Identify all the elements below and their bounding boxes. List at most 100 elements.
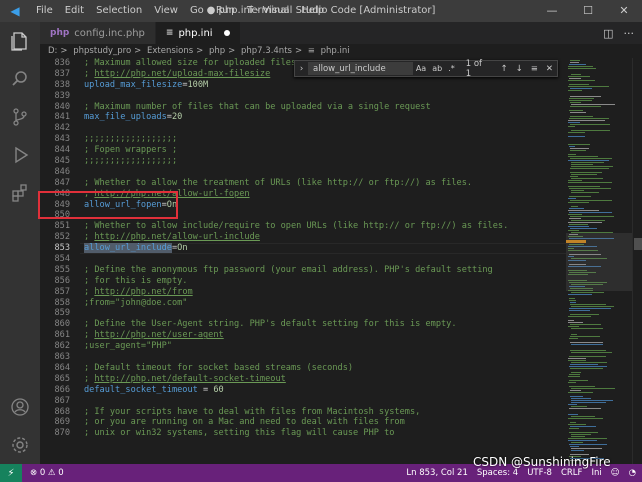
account-icon[interactable] <box>0 388 40 426</box>
cursor-position[interactable]: Ln 853, Col 21 <box>406 468 467 478</box>
minimap-line <box>571 130 610 131</box>
breadcrumb-item[interactable]: Extensions <box>147 46 193 56</box>
files-icon[interactable] <box>0 22 40 60</box>
source-control-icon[interactable] <box>0 98 40 136</box>
code-line[interactable]: 843;;;;;;;;;;;;;;;;;; <box>40 134 566 145</box>
find-input[interactable]: allow_url_include <box>308 62 413 75</box>
code-line[interactable]: 859 <box>40 308 566 319</box>
code-line-current[interactable]: 853 allow_url_include=On <box>40 243 566 255</box>
code-line[interactable]: 855 ; Define the anonymous ftp password (… <box>40 265 566 276</box>
code-line[interactable]: 847 ; Whether to allow the treatment of U… <box>40 178 566 189</box>
menu-help[interactable]: Help <box>295 0 330 22</box>
code-line[interactable]: 852; http://php.net/allow-url-include <box>40 232 566 243</box>
remote-indicator-icon[interactable]: ⚡ <box>0 464 22 482</box>
minimap-slider[interactable] <box>566 233 632 291</box>
minimap-line <box>568 418 603 419</box>
scrollbar-thumb[interactable] <box>634 238 642 250</box>
next-match-icon[interactable]: ↓ <box>512 64 527 74</box>
code-line[interactable]: 838 upload_max_filesize=100M <box>40 80 566 91</box>
line-code: ; Maximum allowed size for uploaded file… <box>84 58 301 69</box>
code-line[interactable]: 863 <box>40 352 566 363</box>
code-token: ; Maximum allowed size for uploaded file… <box>84 58 302 68</box>
line-endings[interactable]: CRLF <box>561 468 582 478</box>
encoding[interactable]: UTF-8 <box>527 468 552 478</box>
code-line[interactable]: 841 max_file_uploads=20 <box>40 112 566 123</box>
code-line[interactable]: 862 ;user_agent="PHP" <box>40 341 566 352</box>
minimap-line <box>568 68 596 69</box>
minimap-line <box>569 408 601 409</box>
code-line[interactable]: 842 <box>40 123 566 134</box>
minimap[interactable] <box>566 58 632 464</box>
menu-selection[interactable]: Selection <box>90 0 148 22</box>
line-number: 853 <box>54 243 70 254</box>
minimize-button[interactable]: — <box>534 0 570 22</box>
code-line[interactable]: 854 <box>40 254 566 265</box>
code-line[interactable]: 866 default_socket_timeout = 60 <box>40 385 566 396</box>
breadcrumb-item[interactable]: D: <box>48 46 57 56</box>
menu-edit[interactable]: Edit <box>59 0 90 22</box>
tab-config-inc-php[interactable]: php config.inc.php <box>40 22 156 44</box>
close-find-icon[interactable]: ✕ <box>542 64 557 74</box>
code-editor[interactable]: 836 ; Maximum allowed size for uploaded f… <box>40 58 566 464</box>
tab-php-ini[interactable]: ≡ php.ini <box>155 22 241 44</box>
code-line[interactable]: 864 ; Default timeout for socket based st… <box>40 363 566 374</box>
code-line[interactable]: 839 <box>40 91 566 102</box>
previous-match-icon[interactable]: ↑ <box>497 64 512 74</box>
code-line[interactable]: 865; http://php.net/default-socket-timeo… <box>40 374 566 385</box>
code-line[interactable]: 858 ;from="john@doe.com" <box>40 298 566 309</box>
code-line[interactable]: 860 ; Define the User-Agent string. PHP's… <box>40 319 566 330</box>
split-editor-icon[interactable]: ◫ <box>603 27 613 40</box>
code-line[interactable]: 856 ; for this is empty. <box>40 276 566 287</box>
code-line[interactable]: 840 ; Maximum number of files that can be… <box>40 102 566 113</box>
vertical-scrollbar[interactable] <box>632 58 642 464</box>
breadcrumb-item[interactable]: php.ini <box>321 46 350 56</box>
minimap-line <box>569 78 581 79</box>
minimap-line <box>568 180 582 181</box>
code-line[interactable]: 845;;;;;;;;;;;;;;;;;; <box>40 156 566 167</box>
minimap-line <box>571 362 607 363</box>
maximize-button[interactable]: ☐ <box>570 0 606 22</box>
search-icon[interactable] <box>0 60 40 98</box>
match-case-toggle[interactable]: Aa <box>413 64 429 73</box>
breadcrumb-item[interactable]: phpstudy_pro <box>73 46 131 56</box>
line-code: ;;;;;;;;;;;;;;;;;; <box>84 156 177 167</box>
line-code: ; http://php.net/from <box>84 287 193 298</box>
php-file-icon: php <box>50 28 70 38</box>
code-line[interactable]: 868 ; If your scripts have to deal with f… <box>40 407 566 418</box>
code-line[interactable]: 867 <box>40 396 566 407</box>
use-regex-toggle[interactable]: .* <box>445 64 458 73</box>
menu-run[interactable]: Run <box>210 0 241 22</box>
minimap-line <box>568 382 576 383</box>
breadcrumb: D: > phpstudy_pro > Extensions > php > php7.… <box>40 44 642 58</box>
manage-gear-icon[interactable] <box>0 426 40 464</box>
feedback-icon[interactable]: ☺ <box>611 468 620 478</box>
problems-indicator[interactable]: ⊗ 0 ⚠ 0 <box>22 468 64 478</box>
more-actions-icon[interactable]: ··· <box>624 27 635 40</box>
run-debug-icon[interactable] <box>0 136 40 174</box>
code-line[interactable]: 857; http://php.net/from <box>40 287 566 298</box>
language-mode[interactable]: Ini <box>591 468 601 478</box>
find-in-selection-icon[interactable]: ≡ <box>527 64 542 74</box>
extensions-icon[interactable] <box>0 174 40 212</box>
code-line[interactable]: 870 ; unix or win32 systems, setting this… <box>40 428 566 439</box>
breadcrumb-item[interactable]: php <box>209 46 225 56</box>
code-line[interactable]: 846 <box>40 167 566 178</box>
code-line[interactable]: 844 ; Fopen wrappers ; <box>40 145 566 156</box>
notifications-bell-icon[interactable]: ◔ <box>629 468 636 478</box>
close-button[interactable]: ✕ <box>606 0 642 22</box>
menu-terminal[interactable]: Terminal <box>241 0 295 22</box>
menu-go[interactable]: Go <box>184 0 210 22</box>
minimap-line <box>570 88 592 89</box>
unsaved-dot-icon[interactable] <box>223 30 230 36</box>
minimap-line <box>571 398 591 399</box>
match-whole-word-toggle[interactable]: ab <box>429 64 445 73</box>
line-number: 869 <box>54 417 70 428</box>
menu-view[interactable]: View <box>148 0 184 22</box>
toggle-replace-chevron-icon[interactable]: › <box>295 64 308 74</box>
code-line[interactable]: 851 ; Whether to allow include/require to… <box>40 221 566 232</box>
indentation[interactable]: Spaces: 4 <box>477 468 518 478</box>
code-line[interactable]: 861; http://php.net/user-agent <box>40 330 566 341</box>
breadcrumb-item[interactable]: php7.3.4nts <box>241 46 292 56</box>
code-line[interactable]: 869 ; or you are running on a Mac and nee… <box>40 417 566 428</box>
menu-file[interactable]: File <box>30 0 59 22</box>
